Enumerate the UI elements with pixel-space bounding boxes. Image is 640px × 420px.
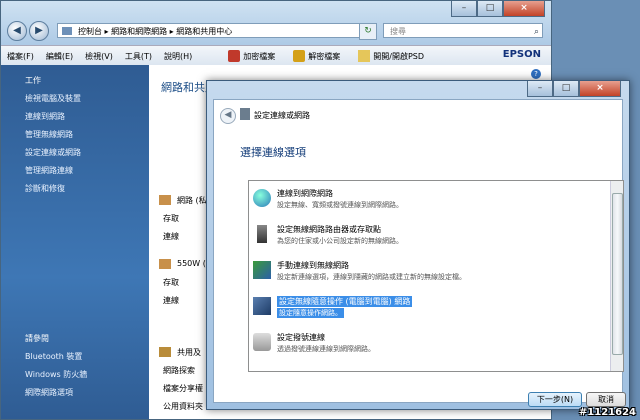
connection-options-list[interactable]: 連線到網際網路 設定無線、寬頻或撥號連線到網際網路。 設定無線網路路由器或存取點… [248,180,624,372]
encrypt-label: 加密檔案 [243,51,276,61]
option-desc: 為您的住家或小公司設定新的無線網路。 [277,237,403,245]
refresh-icon[interactable]: ↻ [359,23,377,40]
sharing-row-discovery[interactable]: 網路探索 [163,365,195,376]
menu-view[interactable]: 檢視(V) [79,51,119,62]
option-title: 手動連線到無線網路 [277,261,349,270]
sidebar-item-firewall[interactable]: Windows 防火牆 [25,369,87,380]
option-title: 設定無線隨意操作 (電腦到電腦) 網路 [277,296,413,307]
sidebar-item-setup-connection[interactable]: 設定連線或網路 [25,147,81,158]
search-placeholder: 搜尋 [390,27,406,36]
option-desc: 設定隨意操作網路。 [277,308,344,318]
window-controls: – □ × [451,1,545,17]
sidebar-item-connect[interactable]: 連線到網路 [25,111,65,122]
watermark: #1121624 [578,407,636,418]
back-arrow-icon[interactable]: ◀ [7,21,27,41]
option-title: 連線到網際網路 [277,189,333,198]
sidebar-item-internet-options[interactable]: 網際網路選項 [25,387,73,398]
network1-connection-label: 連線 [163,232,179,241]
option-desc: 設定無線、寬頻或撥號連線到網際網路。 [277,201,403,209]
breadcrumb-separator[interactable]: ▸ [170,27,174,36]
sidebar-item-diagnose[interactable]: 診斷和修復 [25,183,65,194]
address-bar[interactable]: 控制台 ▸ 網路和網際網路 ▸ 網路和共用中心 [57,23,375,38]
sharing-row-public[interactable]: 公用資料夾 [163,401,203,412]
sharing-icon [159,347,171,357]
epson-logo: EPSON [502,49,541,60]
network2-name: 550W ( [177,259,206,268]
lock-icon [228,50,241,62]
option-title: 設定撥號連線 [277,333,325,342]
minimize-button[interactable]: – [527,81,553,97]
cancel-button[interactable]: 取消 [586,392,626,407]
forward-arrow-icon[interactable]: ▶ [29,21,49,41]
list-item[interactable]: 連線到網際網路 設定無線、寬頻或撥號連線到網際網路。 [253,187,605,215]
sidebar-item-manage-wireless[interactable]: 管理無線網路 [25,129,73,140]
next-button[interactable]: 下一步(N) [528,392,582,407]
network-icon [159,195,171,205]
list-item[interactable]: 設定撥號連線 透過撥號連線連線到網際網路。 [253,331,605,359]
tasks-header: 工作 [25,76,41,85]
open-psd-button[interactable]: 開開/開啟PSD [358,50,424,62]
scrollbar-thumb[interactable] [612,193,623,355]
dialog-title: 設定連線或網路 [254,111,310,120]
network1-access-label: 存取 [163,214,179,223]
globe-icon [253,189,271,207]
decrypt-label: 解密檔案 [308,51,341,61]
network2-connection-label: 連線 [163,296,179,305]
open-psd-label: 開開/開啟PSD [373,51,425,61]
close-button[interactable]: × [579,81,621,97]
router-icon [257,225,267,243]
maximize-button[interactable]: □ [477,1,503,17]
list-item[interactable]: 手動連線到無線網路 設定新連線選項，連線到隱藏的網路或建立新的無線設定檔。 [253,259,605,287]
sidebar: 工作 檢視電腦及裝置 連線到網路 管理無線網路 設定連線或網路 管理網路連線 診… [1,65,149,419]
list-item[interactable]: 設定無線網路路由器或存取點 為您的住家或小公司設定新的無線網路。 [253,223,605,251]
sidebar-item-manage-connections[interactable]: 管理網路連線 [25,165,73,176]
network-wizard-icon [240,108,250,120]
unlock-icon [293,50,306,62]
option-desc: 設定新連線選項，連線到隱藏的網路或建立新的無線設定檔。 [277,273,466,281]
maximize-button[interactable]: □ [553,81,579,97]
menu-tools[interactable]: 工具(T) [119,51,158,62]
adhoc-icon [253,297,271,315]
back-arrow-icon[interactable]: ◀ [220,108,236,124]
setup-connection-dialog: – □ × ◀ 設定連線或網路 選擇連線選項 連線到網際網路 設定無線、寬頻或撥… [206,80,630,410]
minimize-button[interactable]: – [451,1,477,17]
dialog-window-controls: – □ × [527,81,621,97]
menu-bar: 檔案(F) 編輯(E) 檢視(V) 工具(T) 說明(H) 加密檔案 解密檔案 … [1,45,551,66]
dialog-heading: 選擇連線選項 [240,146,306,159]
folder-icon [62,27,72,35]
search-input[interactable]: 搜尋 ⌕ [383,23,543,38]
breadcrumb-network-center[interactable]: 網路和共用中心 [176,27,232,36]
option-desc: 透過撥號連線連線到網際網路。 [277,345,375,353]
help-icon[interactable]: ? [531,69,541,79]
dialup-icon [253,333,271,351]
search-icon[interactable]: ⌕ [534,25,539,40]
menu-edit[interactable]: 編輯(E) [40,51,79,62]
breadcrumb-network-internet[interactable]: 網路和網際網路 [111,27,167,36]
close-button[interactable]: × [503,1,545,17]
decrypt-file-button[interactable]: 解密檔案 [293,50,340,62]
network-icon [159,259,171,269]
sharing-header: 共用及 [177,348,201,357]
encrypt-file-button[interactable]: 加密檔案 [228,50,275,62]
wireless-icon [253,261,271,279]
breadcrumb-root[interactable]: 控制台 [78,27,102,36]
scrollbar[interactable] [610,181,623,371]
network2-access-label: 存取 [163,278,179,287]
sidebar-item-bluetooth[interactable]: Bluetooth 裝置 [25,351,82,362]
see-also-header: 請參閱 [25,334,49,343]
menu-file[interactable]: 檔案(F) [1,51,40,62]
menu-help[interactable]: 說明(H) [158,51,198,62]
sidebar-item-view-computers[interactable]: 檢視電腦及裝置 [25,93,81,104]
network1-name: 網路 (私 [177,196,207,205]
breadcrumb-separator[interactable]: ▸ [105,27,109,36]
option-title: 設定無線網路路由器或存取點 [277,225,381,234]
sharing-row-file[interactable]: 檔案分享權 [163,383,203,394]
list-item-selected[interactable]: 設定無線隨意操作 (電腦到電腦) 網路 設定隨意操作網路。 [253,295,605,323]
dialog-body: ◀ 設定連線或網路 選擇連線選項 連線到網際網路 設定無線、寬頻或撥號連線到網際… [213,99,626,407]
folder-icon [358,50,371,62]
